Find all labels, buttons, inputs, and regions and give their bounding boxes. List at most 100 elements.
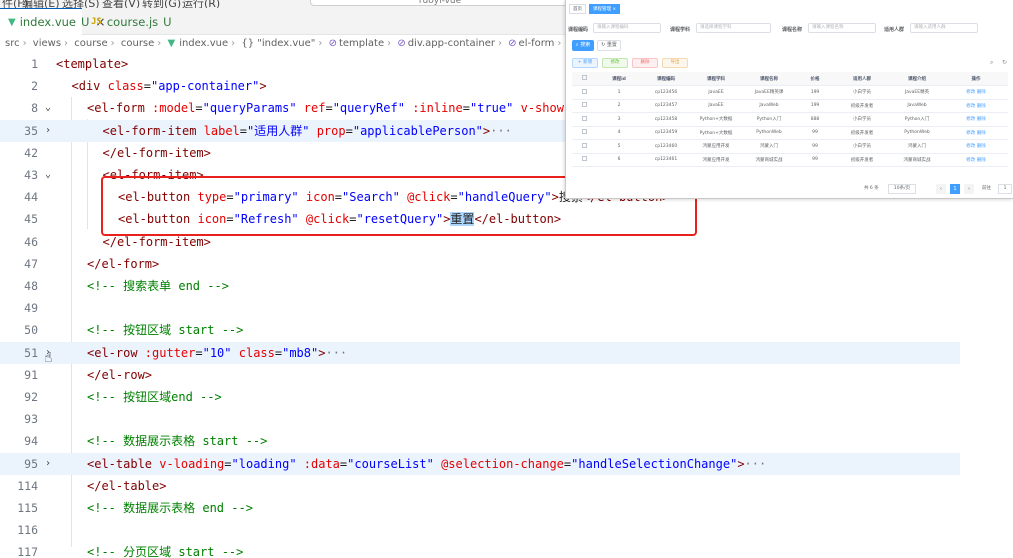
code-line[interactable]: 117 <!-- 分页区域 start --> <box>0 541 1013 558</box>
refresh-icon[interactable]: ↻ <box>1002 59 1007 66</box>
search-toggle-icon[interactable]: ⌕ <box>990 59 993 67</box>
menu-selection[interactable]: 选择(S) <box>62 0 100 8</box>
code-text: <!-- 数据展示表格 end --> <box>87 497 253 519</box>
menu-view[interactable]: 查看(V) <box>102 0 140 8</box>
course-name-input[interactable]: 请输入课程名称 <box>808 23 876 33</box>
breadcrumb-item[interactable]: {} "index.vue" <box>241 38 315 49</box>
subject-select[interactable]: 请选择课程学科 <box>696 23 771 33</box>
code-line[interactable]: 47 </el-form> <box>0 253 1013 275</box>
breadcrumb-item[interactable]: index.vue <box>179 38 228 49</box>
search-button[interactable]: ⌕ 搜索 <box>572 40 594 51</box>
table-row[interactable]: 4 cp123459 Python+大数据 PythonWeb 99 初级开发者 Pytho… <box>572 126 1008 140</box>
table-cell: cp123456 <box>642 85 690 100</box>
fold-collapsed-icon[interactable]: › <box>43 453 53 475</box>
fold-expanded-icon[interactable]: ⌄ <box>43 164 53 186</box>
prev-page-button[interactable]: ‹ <box>936 184 946 194</box>
breadcrumb-item[interactable]: template <box>339 38 384 49</box>
table-cell: 2 <box>596 99 642 113</box>
table-cell: cp123458 <box>642 112 690 127</box>
breadcrumb-item[interactable]: views <box>33 38 61 49</box>
table-row[interactable]: 6 cp123461 鸿蒙应用开发 鸿蒙商城实战 99 初级开发者 鸿蒙商城实战 修改 删除 <box>572 153 1008 167</box>
element-icon: ⊘ <box>508 38 517 49</box>
code-line[interactable]: 116 <box>0 519 1013 541</box>
line-number: 1 <box>31 57 38 71</box>
row-actions[interactable]: 修改 删除 <box>944 126 1008 140</box>
code-line[interactable]: 51 › <el-row :gutter="10" class="mb8">··· <box>0 341 960 364</box>
audience-input[interactable]: 请输入适用人群 <box>910 23 978 33</box>
row-actions[interactable]: 修改 删除 <box>944 99 1008 113</box>
code-line[interactable]: 114 </el-table> <box>0 475 1013 497</box>
table-row[interactable]: 1 cp123456 JavaEE JavaEE精英课 199 小白学员 JavaEE精英修… <box>572 85 1008 100</box>
table-cell: JavaEE精英课 <box>742 85 796 100</box>
code-token: ref <box>303 101 326 116</box>
code-token: "queryRef" <box>332 101 405 116</box>
page-number[interactable]: 1 <box>950 184 960 194</box>
element-icon: ⊘ <box>328 38 337 49</box>
tag-home[interactable]: 首页 <box>569 4 586 14</box>
code-token: prop <box>316 123 346 138</box>
goto-page-input[interactable]: 1 <box>998 184 1012 194</box>
menu-go[interactable]: 转到(G) <box>142 0 181 8</box>
row-actions[interactable]: 修改 删除 <box>944 153 1008 167</box>
table-row[interactable]: 3 cp123458 Python+大数据 Python入门 888 小白学员 Python… <box>572 112 1008 127</box>
code-line[interactable]: 48 <!-- 搜索表单 end --> <box>0 275 1013 297</box>
next-page-button[interactable]: › <box>964 184 974 194</box>
table-cell: 初级开发者 <box>834 126 890 140</box>
reset-button[interactable]: ↻ 重置 <box>597 40 621 51</box>
code-line[interactable]: 93 <box>0 408 1013 430</box>
breadcrumb-item[interactable]: div.app-container <box>408 38 495 49</box>
code-line[interactable]: 91 </el-row> <box>0 364 1013 386</box>
row-checkbox[interactable] <box>572 153 596 167</box>
col-header: 适用人群 <box>834 72 890 86</box>
menu-edit[interactable]: 编辑(E) <box>22 0 60 8</box>
table-cell: 5 <box>596 139 642 154</box>
course-code-input[interactable]: 请输入课程编码 <box>593 23 661 33</box>
breadcrumb-item[interactable]: course <box>74 38 107 49</box>
code-line[interactable]: 92 <!-- 按钮区域end --> <box>0 386 1013 408</box>
code-token: <el-table <box>87 456 160 471</box>
page-size-select[interactable]: 10条/页 <box>888 184 916 194</box>
delete-button[interactable]: 删除 <box>632 58 658 68</box>
row-checkbox[interactable] <box>572 112 596 127</box>
pagination-total: 共 6 条 <box>864 186 879 191</box>
code-token: = <box>195 345 203 360</box>
row-checkbox[interactable] <box>572 126 596 140</box>
row-actions[interactable]: 修改 删除 <box>944 85 1008 100</box>
line-number: 8 <box>31 101 38 116</box>
code-token: > <box>259 79 267 94</box>
export-button[interactable]: 导出 <box>662 58 688 68</box>
line-number: 50 <box>24 323 38 338</box>
edit-button[interactable]: 修改 <box>602 58 628 68</box>
row-actions[interactable]: 修改 删除 <box>944 139 1008 154</box>
code-line[interactable]: 95 › <el-table v-loading="loading" :data="… <box>0 452 960 475</box>
code-text: </el-table> <box>87 475 166 497</box>
breadcrumb-item[interactable]: course <box>121 38 154 49</box>
select-all-checkbox[interactable] <box>572 72 596 86</box>
row-checkbox[interactable] <box>572 85 596 100</box>
breadcrumb-item[interactable]: src <box>5 38 20 49</box>
breadcrumb-item[interactable]: el-form <box>519 38 555 49</box>
add-button[interactable]: + 新增 <box>572 58 598 68</box>
col-header: 课程学科 <box>690 72 742 86</box>
command-center-search[interactable]: ruoyi-vue <box>310 0 570 6</box>
code-line[interactable]: 50 <!-- 按钮区域 start --> <box>0 319 1013 341</box>
code-line[interactable]: 115 <!-- 数据展示表格 end --> <box>0 497 1013 519</box>
menu-run[interactable]: 运行(R) <box>182 0 220 8</box>
row-actions[interactable]: 修改 删除 <box>944 112 1008 127</box>
row-checkbox[interactable] <box>572 99 596 113</box>
table-row[interactable]: 2 cp123457 JavaEE JavaWeb 199 初级开发者 JavaWeb 修改 … <box>572 99 1008 113</box>
row-checkbox[interactable] <box>572 139 596 154</box>
table-cell: JavaEE精英 <box>890 85 944 100</box>
tab-index-vue[interactable]: ▼ index.vue U × <box>0 8 105 35</box>
code-line[interactable]: 94 <!-- 数据展示表格 start --> <box>0 430 1013 452</box>
code-line[interactable]: 49 <box>0 297 1013 319</box>
fold-expanded-icon[interactable]: ⌄ <box>43 97 53 119</box>
table-row[interactable]: 5 cp123460 鸿蒙应用开发 鸿蒙入门 99 小白学员 鸿蒙入门 修改 删除 <box>572 139 1008 154</box>
fold-collapsed-icon[interactable]: › <box>43 120 53 142</box>
tab-course-js[interactable]: JS course.js U <box>83 8 172 35</box>
col-header: 价格 <box>796 72 834 86</box>
search-button-label: 搜索 <box>580 42 591 48</box>
code-token: "courseList" <box>347 456 434 471</box>
tag-course[interactable]: 课程管理 × <box>589 4 621 14</box>
code-token: ··· <box>744 456 767 471</box>
